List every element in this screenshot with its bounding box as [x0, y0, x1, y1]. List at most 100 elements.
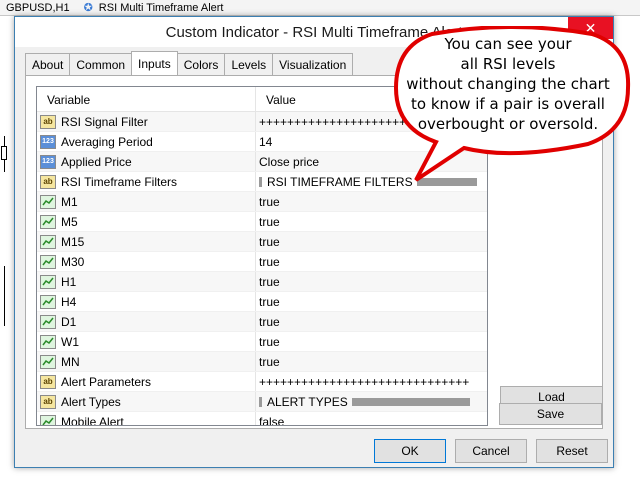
ok-button[interactable]: OK: [374, 439, 446, 463]
table-row[interactable]: ab Alert Parameters ++++++++++++++++++++++…: [37, 372, 487, 392]
tab-inputs[interactable]: Inputs: [131, 51, 178, 75]
bool-icon: [40, 214, 56, 229]
bool-icon: [40, 194, 56, 209]
table-row[interactable]: Mobile Alert false: [37, 412, 487, 426]
variable-cell: Mobile Alert: [37, 412, 256, 425]
value-text: ++++++++++++++++++++++++++++++: [259, 374, 470, 389]
bool-icon: [40, 334, 56, 349]
value-cell[interactable]: true: [256, 352, 487, 371]
chart-indicator-name: RSI Multi Timeframe Alert: [98, 1, 224, 14]
candle: [1, 146, 7, 160]
table-row[interactable]: H4 true: [37, 292, 487, 312]
variable-cell: H4: [37, 292, 256, 311]
value-text: true: [259, 354, 280, 369]
chart-title-bar: GBPUSD,H1 ✪ RSI Multi Timeframe Alert: [0, 0, 640, 16]
candle-wick: [4, 266, 5, 326]
save-button[interactable]: Save: [499, 403, 602, 425]
variable-label: M1: [61, 194, 78, 209]
variable-label: H1: [61, 274, 77, 289]
callout-line: to know if a pair is overall: [411, 95, 605, 113]
bool-icon: [40, 314, 56, 329]
separator-bar: [259, 396, 262, 407]
variable-label: RSI Timeframe Filters: [61, 174, 178, 189]
table-row[interactable]: W1 true: [37, 332, 487, 352]
value-cell[interactable]: false: [256, 412, 487, 426]
callout-text: You can see your all RSI levels without …: [392, 34, 624, 134]
bool-icon: [40, 234, 56, 249]
variable-label: Applied Price: [61, 154, 132, 169]
value-cell[interactable]: ++++++++++++++++++++++++++++++: [256, 372, 487, 391]
variable-cell: ab Alert Types: [37, 392, 256, 411]
tab-levels[interactable]: Levels: [224, 53, 274, 75]
number-icon: 123: [40, 154, 56, 169]
table-row[interactable]: M1 true: [37, 192, 487, 212]
variable-label: M15: [61, 234, 85, 249]
callout-line: all RSI levels: [460, 55, 556, 73]
value-cell[interactable]: true: [256, 312, 487, 331]
chart-symbol: GBPUSD,H1: [6, 1, 70, 14]
separator-fill: [351, 397, 470, 406]
callout-line: overbought or oversold.: [417, 115, 599, 133]
bool-icon: [40, 414, 56, 425]
variable-cell: M15: [37, 232, 256, 251]
tab-bar: About Common Inputs Colors Levels Visual…: [25, 51, 354, 75]
value-text: true: [259, 334, 280, 349]
variable-label: Alert Parameters: [61, 374, 152, 389]
variable-label: W1: [61, 334, 79, 349]
string-icon: ab: [40, 174, 56, 189]
reset-button[interactable]: Reset: [536, 439, 608, 463]
value-cell[interactable]: ALERT TYPES: [256, 392, 487, 411]
number-icon: 123: [40, 134, 56, 149]
value-text: true: [259, 214, 280, 229]
tab-visualization[interactable]: Visualization: [272, 53, 354, 75]
value-text: RSI TIMEFRAME FILTERS: [267, 174, 413, 189]
tab-colors[interactable]: Colors: [176, 53, 226, 75]
callout-line: without changing the chart: [406, 75, 610, 93]
value-text: true: [259, 234, 280, 249]
variable-cell: 123 Averaging Period: [37, 132, 256, 151]
table-row[interactable]: MN true: [37, 352, 487, 372]
chart-area: [0, 16, 14, 480]
table-row[interactable]: ab Alert Types ALERT TYPES: [37, 392, 487, 412]
variable-cell: M5: [37, 212, 256, 231]
bool-icon: [40, 254, 56, 269]
tab-about[interactable]: About: [25, 53, 71, 75]
value-cell[interactable]: true: [256, 232, 487, 251]
string-icon: ab: [40, 394, 56, 409]
variable-label: D1: [61, 314, 77, 329]
value-cell[interactable]: true: [256, 192, 487, 211]
table-row[interactable]: M5 true: [37, 212, 487, 232]
value-text: ALERT TYPES: [267, 394, 348, 409]
table-row[interactable]: M30 true: [37, 252, 487, 272]
variable-label: MN: [61, 354, 80, 369]
value-text: false: [259, 414, 285, 426]
variable-label: M30: [61, 254, 85, 269]
gear-icon: ✪: [83, 2, 93, 14]
variable-label: H4: [61, 294, 77, 309]
variable-cell: ab RSI Timeframe Filters: [37, 172, 256, 191]
tab-common[interactable]: Common: [69, 53, 133, 75]
value-cell[interactable]: true: [256, 212, 487, 231]
value-text: true: [259, 194, 280, 209]
column-header-value[interactable]: Value: [256, 87, 296, 111]
table-row[interactable]: H1 true: [37, 272, 487, 292]
variable-cell: MN: [37, 352, 256, 371]
separator-bar: [259, 176, 262, 187]
value-text: true: [259, 294, 280, 309]
value-cell[interactable]: true: [256, 252, 487, 271]
variable-cell: W1: [37, 332, 256, 351]
value-cell[interactable]: true: [256, 292, 487, 311]
column-header-variable[interactable]: Variable: [37, 87, 256, 111]
variable-cell: H1: [37, 272, 256, 291]
value-cell[interactable]: true: [256, 272, 487, 291]
variable-label: RSI Signal Filter: [61, 114, 148, 129]
variable-cell: 123 Applied Price: [37, 152, 256, 171]
bool-icon: [40, 354, 56, 369]
cancel-button[interactable]: Cancel: [455, 439, 527, 463]
variable-cell: D1: [37, 312, 256, 331]
scroll-down-icon[interactable]: ▼: [487, 408, 488, 425]
table-row[interactable]: M15 true: [37, 232, 487, 252]
table-row[interactable]: D1 true: [37, 312, 487, 332]
variable-label: Alert Types: [61, 394, 121, 409]
value-cell[interactable]: true: [256, 332, 487, 351]
